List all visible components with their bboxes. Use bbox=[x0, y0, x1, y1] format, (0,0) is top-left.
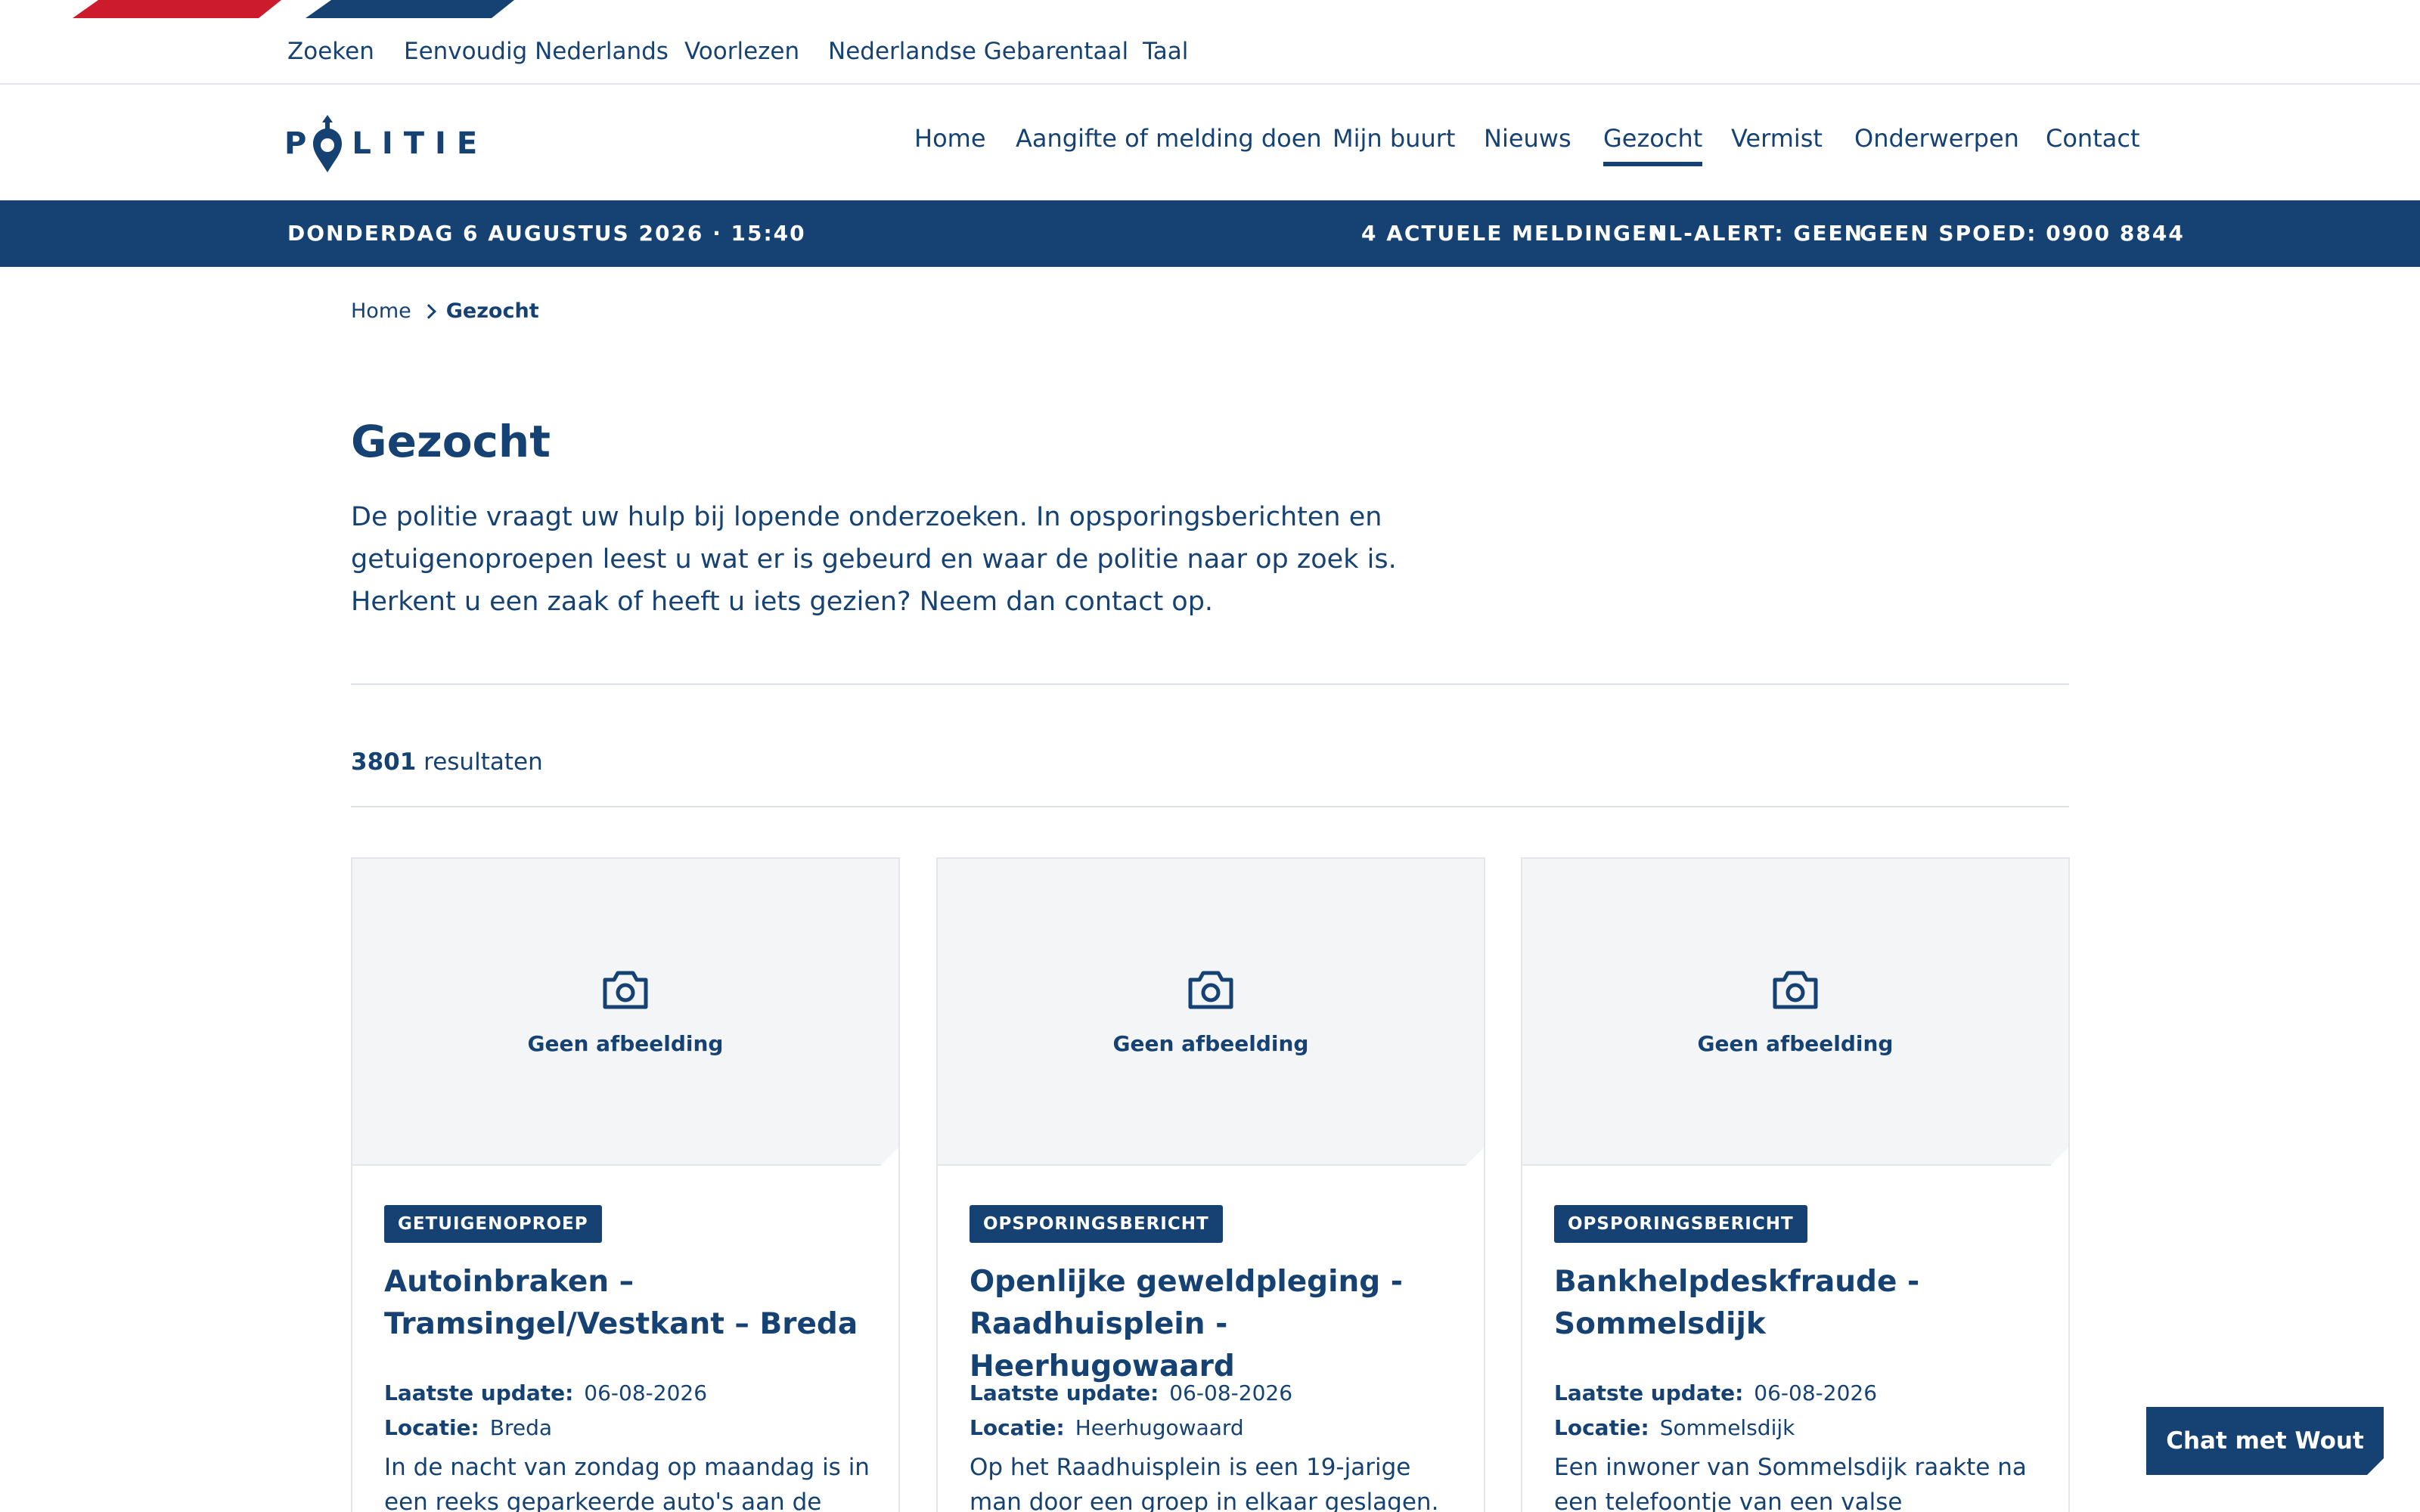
brand-stripe-red bbox=[73, 0, 281, 18]
page-title: Gezocht bbox=[351, 416, 551, 467]
card-update: Laatste update: 06-08-2026 bbox=[970, 1380, 1292, 1405]
chat-button[interactable]: Chat met Wout bbox=[2146, 1407, 2384, 1475]
service-bar: Zoeken Eenvoudig Nederlands Voorlezen Ne… bbox=[0, 21, 2420, 85]
results-label: resultaten bbox=[424, 748, 543, 776]
service-link-eenvoudig-nederlands[interactable]: Eenvoudig Nederlands bbox=[404, 38, 669, 65]
nav-onderwerpen[interactable]: Onderwerpen bbox=[1854, 124, 2019, 153]
no-image-label: Geen afbeelding bbox=[527, 1031, 724, 1056]
breadcrumb-current: Gezocht bbox=[445, 299, 539, 323]
card-summary: Op het Raadhuisplein is een 19-jarige ma… bbox=[970, 1454, 1439, 1512]
info-bar: DONDERDAG 6 AUGUSTUS 2026 · 15:40 4 ACTU… bbox=[0, 200, 2420, 267]
badge-emblem-icon bbox=[313, 115, 342, 172]
camera-icon bbox=[1187, 969, 1234, 1010]
nav-nieuws[interactable]: Nieuws bbox=[1484, 124, 1571, 153]
divider bbox=[351, 683, 2069, 685]
breadcrumb-home[interactable]: Home bbox=[351, 299, 411, 323]
results-count: 3801 resultaten bbox=[351, 748, 543, 776]
logo-text: LITIE bbox=[352, 126, 489, 161]
page-intro: De politie vraagt uw hulp bij lopende on… bbox=[351, 502, 1397, 617]
nav-vermist[interactable]: Vermist bbox=[1731, 124, 1823, 153]
card-image-placeholder: Geen afbeelding bbox=[352, 859, 898, 1166]
card-update: Laatste update: 06-08-2026 bbox=[384, 1380, 707, 1405]
location-value: Breda bbox=[489, 1415, 553, 1440]
card-summary: Een inwoner van Sommelsdijk raakte na ee… bbox=[1554, 1454, 2027, 1512]
service-link-gebarentaal[interactable]: Nederlandse Gebarentaal bbox=[828, 38, 1128, 65]
card-title[interactable]: Bankhelpdeskfraude - Sommelsdijk bbox=[1554, 1261, 2046, 1346]
service-link-taal[interactable]: Taal bbox=[1143, 38, 1188, 65]
geen-spoed-number[interactable]: GEEN SPOED: 0900 8844 bbox=[1860, 221, 2185, 246]
location-label: Locatie: bbox=[384, 1415, 479, 1440]
result-card[interactable]: Geen afbeelding OPSPORINGSBERICHT Bankhe… bbox=[1521, 857, 2070, 1512]
nav-contact[interactable]: Contact bbox=[2046, 124, 2140, 153]
update-date: 06-08-2026 bbox=[1754, 1380, 1878, 1405]
current-datetime: DONDERDAG 6 AUGUSTUS 2026 · 15:40 bbox=[287, 221, 806, 246]
card-title[interactable]: Openlijke geweldpleging - Raadhuisplein … bbox=[970, 1261, 1461, 1388]
card-image-placeholder: Geen afbeelding bbox=[1522, 859, 2068, 1166]
card-update: Laatste update: 06-08-2026 bbox=[1554, 1380, 1877, 1405]
camera-icon bbox=[1772, 969, 1819, 1010]
nl-alert-status[interactable]: NL-ALERT: GEEN bbox=[1649, 221, 1863, 246]
card-summary: In de nacht van zondag op maandag is in … bbox=[384, 1454, 870, 1512]
nav-gezocht[interactable]: Gezocht bbox=[1603, 124, 1703, 166]
chevron-right-icon bbox=[420, 303, 436, 319]
location-label: Locatie: bbox=[1554, 1415, 1649, 1440]
results-number: 3801 bbox=[351, 748, 417, 776]
divider bbox=[351, 806, 2069, 807]
location-label: Locatie: bbox=[970, 1415, 1065, 1440]
service-link-voorlezen[interactable]: Voorlezen bbox=[684, 38, 799, 65]
location-value: Heerhugowaard bbox=[1075, 1415, 1244, 1440]
no-image-label: Geen afbeelding bbox=[1697, 1031, 1894, 1056]
category-badge: OPSPORINGSBERICHT bbox=[970, 1205, 1223, 1243]
category-badge: OPSPORINGSBERICHT bbox=[1554, 1205, 1807, 1243]
location-value: Sommelsdijk bbox=[1659, 1415, 1795, 1440]
update-label: Laatste update: bbox=[1554, 1380, 1744, 1405]
breadcrumb: Home Gezocht bbox=[351, 299, 539, 323]
card-location: Locatie: Sommelsdijk bbox=[1554, 1415, 1795, 1440]
update-date: 06-08-2026 bbox=[1169, 1380, 1293, 1405]
nav-aangifte[interactable]: Aangifte of melding doen bbox=[1016, 124, 1322, 153]
category-badge: GETUIGENOPROEP bbox=[384, 1205, 602, 1243]
card-location: Locatie: Breda bbox=[384, 1415, 552, 1440]
nav-home[interactable]: Home bbox=[914, 124, 986, 153]
service-link-zoeken[interactable]: Zoeken bbox=[287, 38, 374, 65]
no-image-label: Geen afbeelding bbox=[1112, 1031, 1309, 1056]
update-label: Laatste update: bbox=[970, 1380, 1159, 1405]
card-location: Locatie: Heerhugowaard bbox=[970, 1415, 1244, 1440]
update-date: 06-08-2026 bbox=[584, 1380, 708, 1405]
result-card[interactable]: Geen afbeelding GETUIGENOPROEP Autoinbra… bbox=[351, 857, 900, 1512]
brand-stripe-blue bbox=[306, 0, 514, 18]
result-card[interactable]: Geen afbeelding OPSPORINGSBERICHT Openli… bbox=[936, 857, 1485, 1512]
nav-mijn-buurt[interactable]: Mijn buurt bbox=[1333, 124, 1455, 153]
update-label: Laatste update: bbox=[384, 1380, 574, 1405]
card-image-placeholder: Geen afbeelding bbox=[938, 859, 1484, 1166]
main-navigation: P LITIE Home Aangifte of melding doen Mi… bbox=[0, 86, 2420, 200]
card-title[interactable]: Autoinbraken – Tramsingel/Vestkant – Bre… bbox=[384, 1261, 876, 1346]
actuele-meldingen-link[interactable]: 4 ACTUELE MELDINGEN bbox=[1361, 221, 1668, 246]
camera-icon bbox=[602, 969, 649, 1010]
politie-logo[interactable]: P LITIE bbox=[284, 112, 477, 175]
